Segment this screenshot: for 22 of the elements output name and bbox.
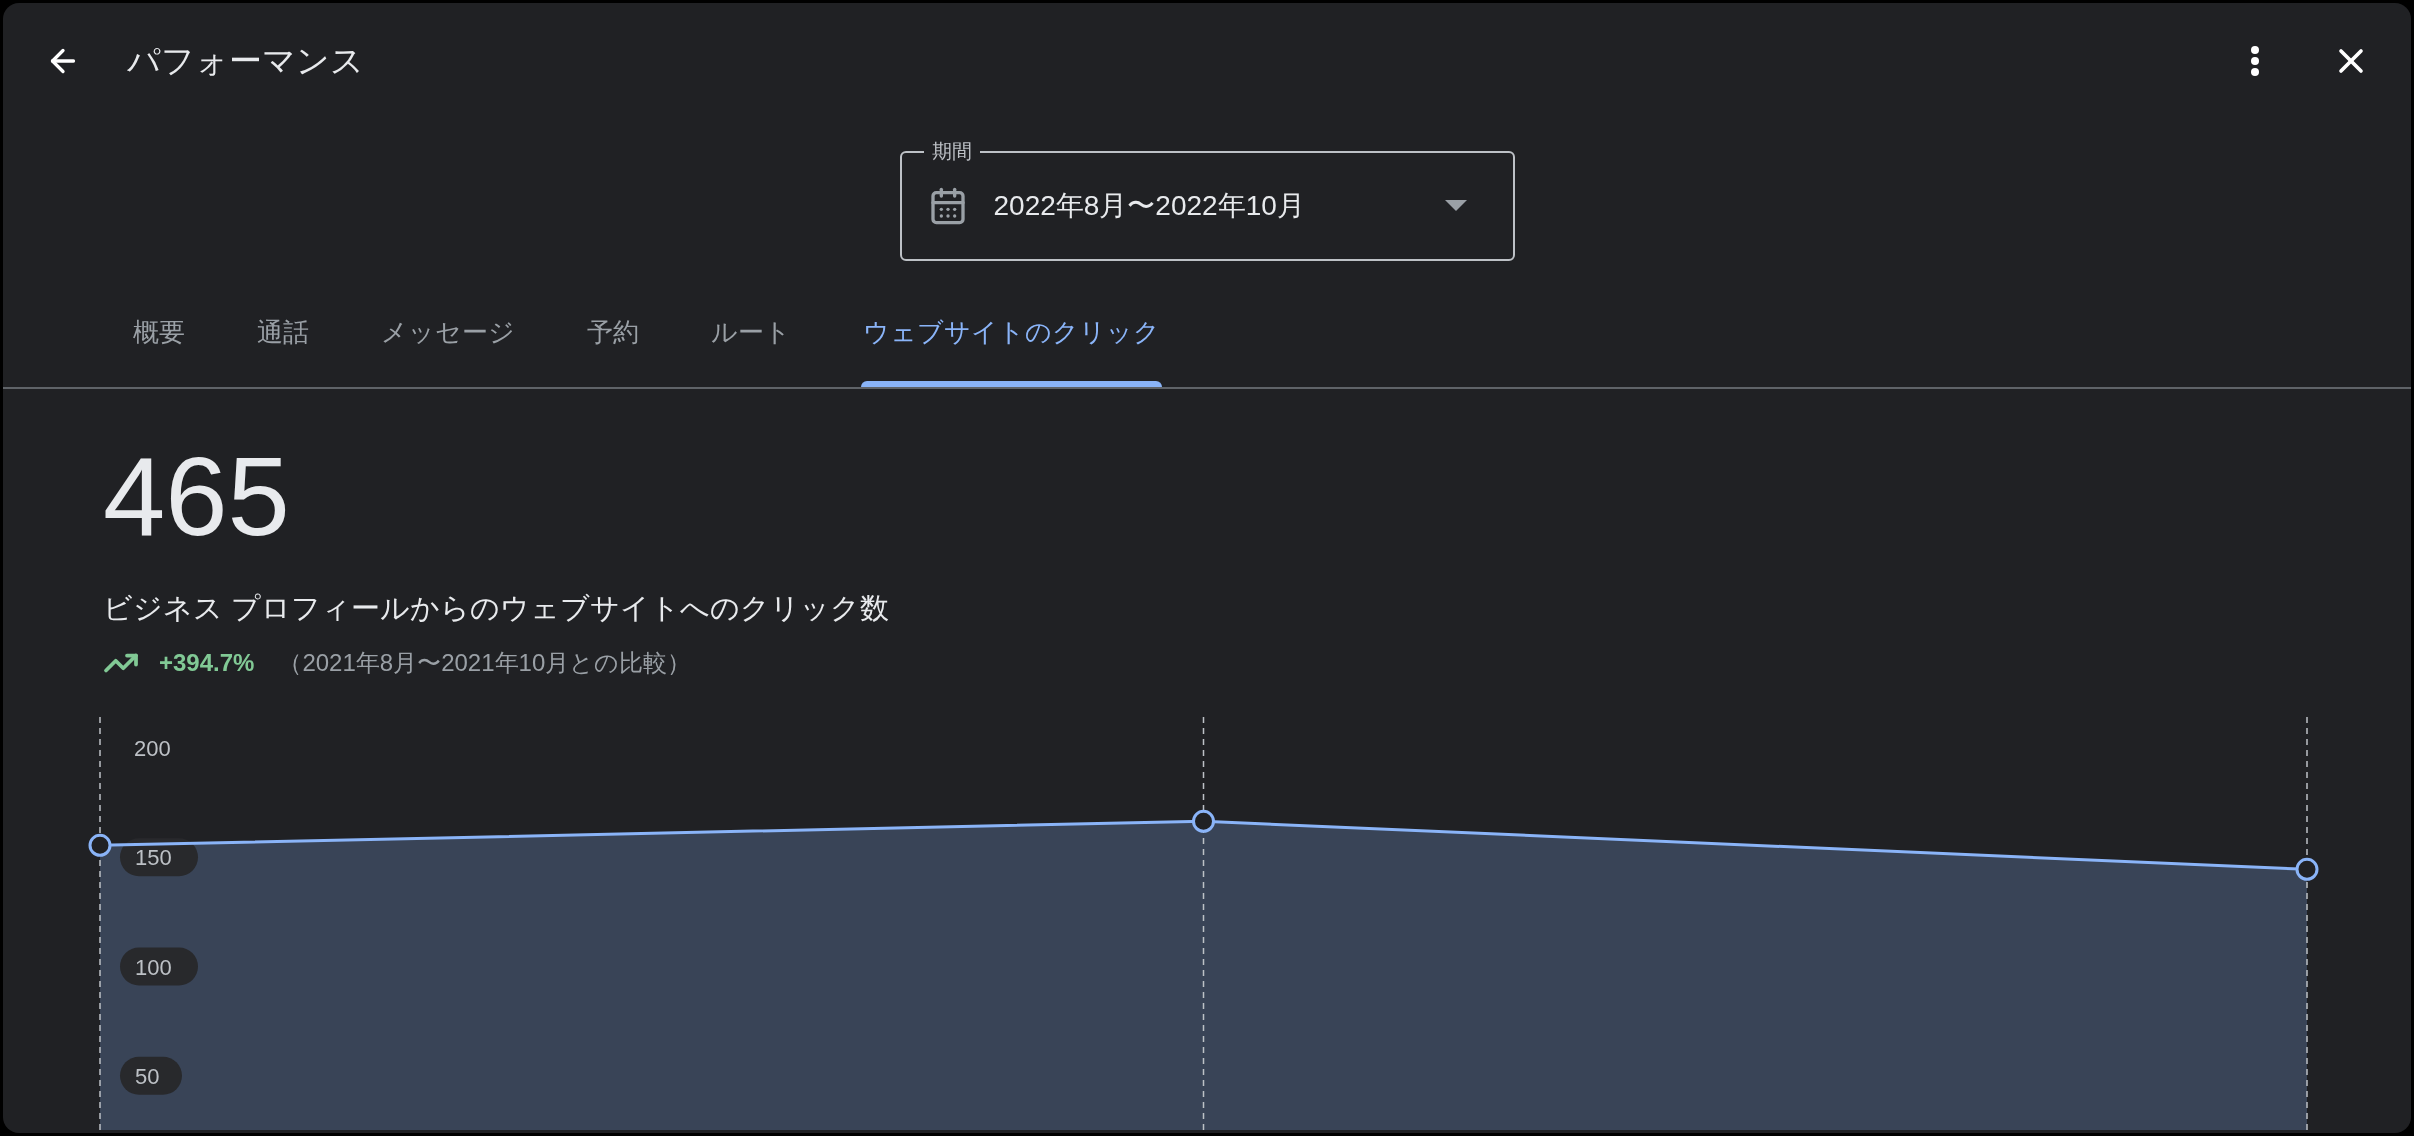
- more-options-icon: [2251, 46, 2259, 76]
- period-value: 2022年8月〜2022年10月: [993, 189, 1306, 223]
- change-percentage: +394.7%: [159, 647, 255, 678]
- tab[interactable]: ルート: [709, 299, 793, 387]
- data-point: [1192, 809, 1215, 833]
- y-tick-label: 100: [135, 954, 172, 979]
- tab[interactable]: ウェブサイトのクリック: [861, 299, 1162, 387]
- y-tick-label: 50: [135, 1063, 160, 1089]
- data-point: [88, 833, 112, 857]
- tab[interactable]: 概要: [131, 299, 187, 387]
- tab[interactable]: 予約: [585, 299, 641, 387]
- tab[interactable]: メッセージ: [379, 299, 517, 387]
- y-axis-label: 200: [134, 735, 171, 761]
- data-point: [2295, 857, 2319, 881]
- metric-description: ビジネス プロフィールからのウェブサイトへのクリック数: [103, 591, 891, 626]
- total-clicks: 465: [103, 441, 291, 553]
- period-label: 期間: [923, 139, 980, 163]
- comparison-period: （2021年8月〜2021年10月との比較）: [278, 647, 692, 678]
- tab[interactable]: 通話: [255, 299, 311, 387]
- dialog-title: パフォーマンス: [127, 41, 364, 82]
- y-tick-label: 150: [135, 844, 172, 870]
- dropdown-caret-icon: [1444, 200, 1467, 212]
